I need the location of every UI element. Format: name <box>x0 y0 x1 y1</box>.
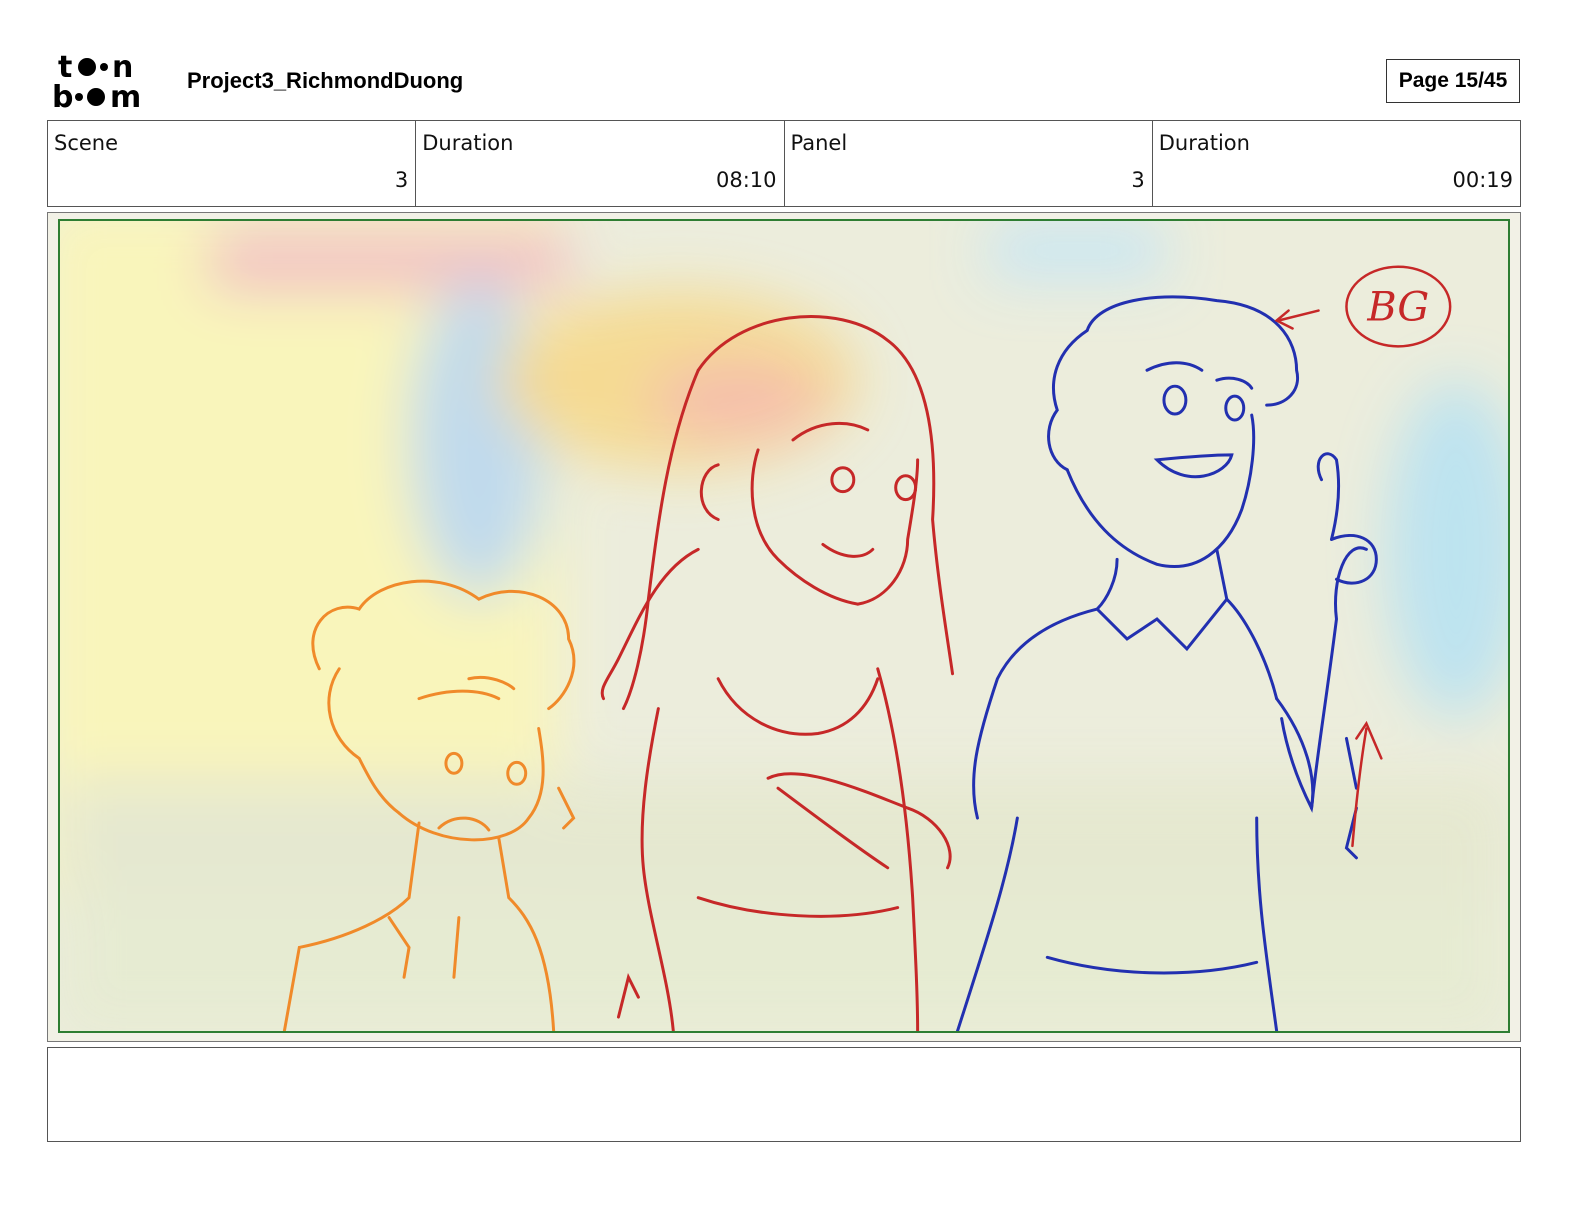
panel-duration-cell: Duration 00:19 <box>1153 121 1520 206</box>
panel-cell: Panel 3 <box>785 121 1153 206</box>
scene-duration-label: Duration <box>422 131 514 155</box>
caption-box <box>47 1047 1521 1142</box>
storyboard-sketch: BG <box>60 221 1508 1031</box>
scene-label: Scene <box>54 131 119 155</box>
scene-value: 3 <box>394 168 409 192</box>
scene-duration-value: 08:10 <box>715 168 777 192</box>
panel-duration-label: Duration <box>1158 131 1250 155</box>
storyboard-panel-image: BG <box>58 219 1510 1033</box>
svg-text:m: m <box>110 80 141 112</box>
panel-label: Panel <box>790 131 848 155</box>
scene-cell: Scene 3 <box>48 121 417 206</box>
svg-text:b: b <box>52 80 73 112</box>
panel-value: 3 <box>1131 168 1145 192</box>
scene-duration-cell: Duration 08:10 <box>416 121 785 206</box>
bg-annotation-text: BG <box>1366 285 1429 331</box>
project-title: Project3_RichmondDuong <box>187 68 464 93</box>
panel-duration-value: 00:19 <box>1452 168 1513 192</box>
toonboom-logo: t n b m <box>52 50 164 115</box>
page-indicator: Page 15/45 <box>1386 59 1520 103</box>
panel-info-table: Scene 3 Duration 08:10 Panel 3 Duration … <box>47 120 1521 207</box>
